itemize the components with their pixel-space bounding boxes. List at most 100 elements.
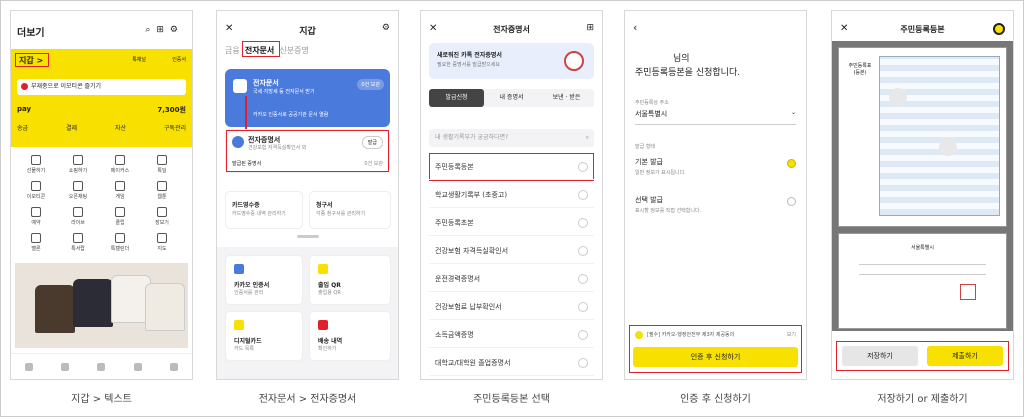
submit-button[interactable]: 인증 후 신청하기 [633, 347, 798, 367]
ecert-card[interactable]: 전자증명서 건강보험 자격득실확인서 외 발급 발급된 증명서 0건 보관 [225, 129, 390, 173]
grid-item-label: 멜론 [31, 246, 41, 252]
qr-scan-icon[interactable]: ⊞ [586, 23, 594, 33]
grid-item-label: 톡캘린더 [110, 246, 130, 252]
cert-link[interactable]: 인증서 [172, 56, 186, 63]
grid-item[interactable]: 게임 [107, 181, 133, 200]
tile-sub: 카드 목록 [234, 346, 254, 352]
opt1-label[interactable]: 기본 발급 [635, 157, 663, 167]
edoc-card[interactable]: 전자문서 국세·지방세 등 전자문서 받기 0건 보관 카카오 인증서로 공공기… [225, 69, 390, 127]
grid-item[interactable]: 톡서랍 [65, 233, 91, 252]
grid-item[interactable]: 톡딜 [149, 155, 175, 174]
tab-my[interactable]: 내 증명서 [484, 89, 539, 107]
opt1-radio[interactable] [787, 159, 796, 168]
tile-qr[interactable]: 출입 QR 출입용 QR [309, 255, 391, 305]
issue-button[interactable]: 발급 [361, 136, 383, 149]
promo-banner[interactable]: 새로워진 카톡 전자증명서 필요한 증명서를 발급받으세요 [429, 43, 594, 79]
doc-viewer: 주민등록표 (등본) 서울특별시 [832, 41, 1013, 331]
grid-item[interactable]: 장보기 [149, 207, 175, 226]
list-item[interactable]: 운전경력증명서 [429, 266, 594, 292]
grid-item[interactable]: 예약 [23, 207, 49, 226]
opt2-label[interactable]: 선택 발급 [635, 195, 663, 205]
watermark [939, 138, 957, 156]
divider [859, 274, 986, 275]
header-icons[interactable]: ⌕⊞⚙ [145, 25, 184, 35]
doc-page-2: 서울특별시 [838, 233, 1007, 329]
tile-title: 디지털카드 [234, 338, 262, 345]
opt2-sub: 표시할 정보를 직접 선택합니다. [635, 208, 702, 214]
nav-more-icon[interactable] [169, 362, 178, 371]
nav-friends-icon[interactable] [25, 362, 34, 371]
grid-item-label: 쇼핑하기 [68, 168, 88, 174]
tab-sent[interactable]: 보낸 · 받은 [539, 89, 594, 107]
tile-digital-card[interactable]: 디지털카드 카드 목록 [225, 311, 303, 361]
grid-item[interactable]: 메이커스 [107, 155, 133, 174]
list-item[interactable]: 주민등록등본 [429, 154, 594, 180]
doc-page: 주민등록표 (등본) [838, 47, 1007, 227]
banner-sub: 필요한 증명서를 발급받으세요 [437, 62, 500, 68]
pay-amount: 7,300원 [157, 106, 186, 114]
emoticon-banner[interactable]: 부재중으로 이모티콘 즐기기 [17, 79, 186, 95]
list-item[interactable]: 소득금액증명 [429, 322, 594, 348]
tab-id[interactable]: 신분증명 [279, 46, 308, 55]
grid-item[interactable]: 지도 [149, 233, 175, 252]
search-input[interactable]: 내 생활기록부가 궁금하다면? ⌕ [429, 129, 594, 147]
promo-image[interactable] [15, 263, 188, 348]
shop-link[interactable]: 톡채널 [132, 56, 146, 63]
receipt-title: 카드영수증 [232, 202, 260, 209]
edoc-note: 카카오 인증서로 공공기관 문서 열람 [253, 112, 329, 118]
grid-item[interactable]: 오픈채팅 [65, 181, 91, 200]
nav-shop-icon[interactable] [133, 362, 142, 371]
agree-more-link[interactable]: 보기 [787, 331, 796, 338]
list-item[interactable]: 건강보험료 납부확인서 [429, 294, 594, 320]
issued-count: 0건 보관 [364, 161, 383, 167]
tab-finance[interactable]: 금융 [225, 46, 240, 55]
banner-text: 부재중으로 이모티콘 즐기기 [31, 83, 102, 90]
shirt-image [145, 283, 185, 331]
tile-kakao-cert[interactable]: 카카오 인증서 인증서를 관리 [225, 255, 303, 305]
addr-select[interactable]: 서울특별시 ⌄ [635, 109, 796, 125]
opt1-sub: 일반 정보가 표시됩니다. [635, 170, 686, 176]
tab-send[interactable]: 송금 [17, 123, 28, 132]
grid-item[interactable]: 선물하기 [23, 155, 49, 174]
tab-subscribe[interactable]: 구독관리 [164, 123, 186, 132]
save-button[interactable]: 저장하기 [842, 346, 918, 366]
tile-delivery[interactable]: 배송 내역 확인하기 [309, 311, 391, 361]
stamp-icon [960, 284, 976, 300]
doc-icon [233, 79, 247, 93]
grid-item[interactable]: 이모티콘 [23, 181, 49, 200]
settings-icon[interactable]: ⚙ [382, 23, 390, 33]
service-icon [115, 181, 125, 191]
bill-card[interactable]: 청구서 각종 청구서를 관리하기 [309, 191, 391, 229]
grid-item[interactable]: 쇼핑하기 [65, 155, 91, 174]
opt2-radio[interactable] [787, 197, 796, 206]
grid-item[interactable]: 멜론 [23, 233, 49, 252]
tab-pay[interactable]: 결제 [66, 123, 77, 132]
service-icon [115, 207, 125, 217]
tab-apply[interactable]: 발급신청 [429, 89, 484, 107]
doc-submit-button[interactable]: 제출하기 [927, 346, 1003, 366]
addr-label: 주민등록상 주소 [635, 100, 669, 106]
service-icon [115, 155, 125, 165]
list-item[interactable]: 주민등록초본 [429, 210, 594, 236]
list-item[interactable]: 대학교/대학원 졸업증명서 [429, 350, 594, 376]
caption-5: 저장하기 or 제출하기 [877, 394, 968, 405]
check-icon[interactable] [635, 331, 643, 339]
service-icon [157, 181, 167, 191]
nav-chat-icon[interactable] [61, 362, 70, 371]
receipt-card[interactable]: 카드영수증 카드영수증 내역 관리하기 [225, 191, 303, 229]
list-item[interactable]: 학교생활기록부 (초중고) [429, 182, 594, 208]
tile-sub: 확인하기 [318, 346, 337, 352]
wallet-link[interactable]: 지갑 > [19, 55, 43, 66]
grid-item[interactable]: 라이브 [65, 207, 91, 226]
cert-icon [232, 136, 244, 148]
list-item[interactable]: 건강보험 자격득실확인서 [429, 238, 594, 264]
grid-item[interactable]: 웹툰 [149, 181, 175, 200]
grid-item[interactable]: 클립 [107, 207, 133, 226]
nav-view-icon[interactable] [97, 362, 106, 371]
service-icon [73, 233, 83, 243]
screen-wallet: ✕ 지갑 ⚙ 금융 전자문서 신분증명 전자문서 국세·지방세 등 전자문서 받… [216, 10, 399, 380]
tab-asset[interactable]: 자산 [115, 123, 126, 132]
grid-item[interactable]: 톡캘린더 [107, 233, 133, 252]
record-icon[interactable] [993, 23, 1005, 35]
back-icon[interactable]: ‹ [633, 21, 637, 34]
